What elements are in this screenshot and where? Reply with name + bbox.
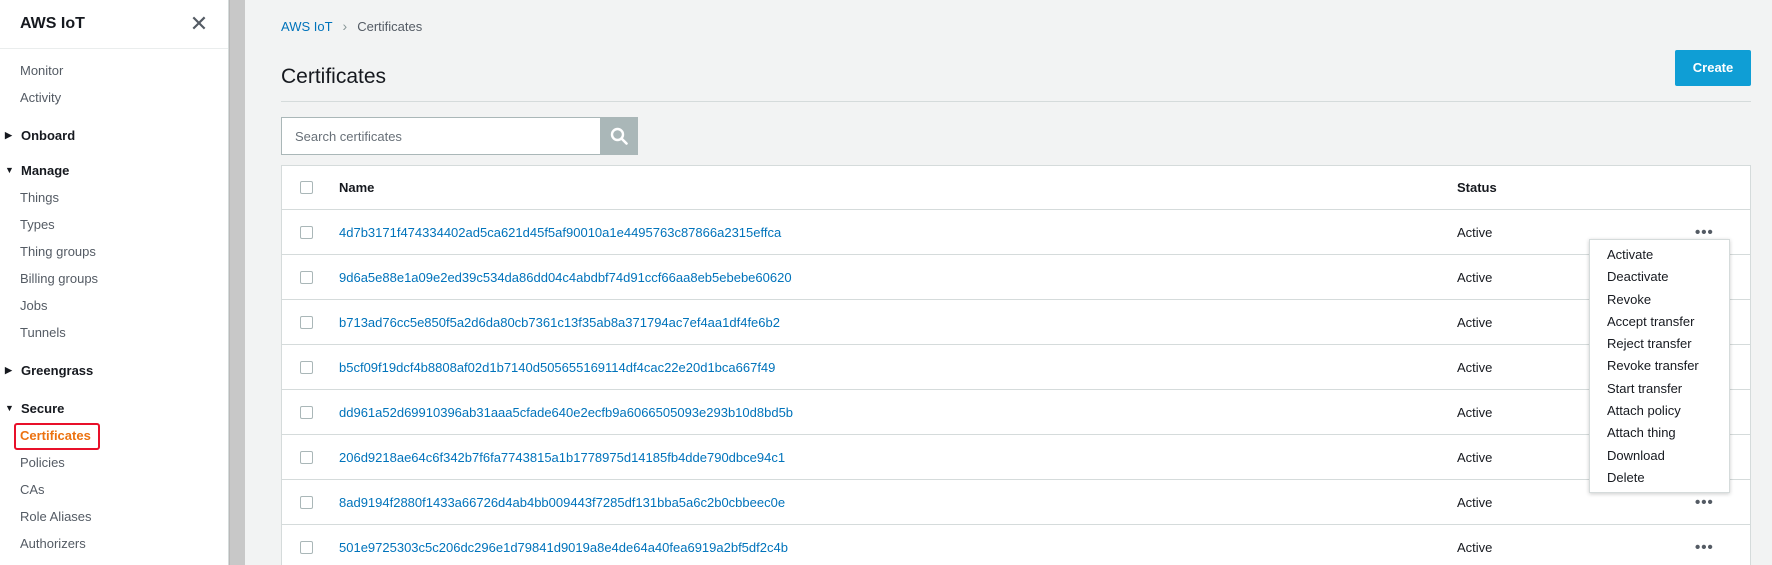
sidebar-item-certificates[interactable]: Certificates <box>0 422 228 450</box>
sidebar-section-label: Greengrass <box>21 363 94 378</box>
sidebar-item-cas[interactable]: CAs <box>0 476 228 503</box>
sidebar-header: AWS IoT ✕ <box>0 0 228 49</box>
certificate-link[interactable]: b5cf09f19dcf4b8808af02d1b7140d5056551691… <box>339 360 775 375</box>
more-actions-icon[interactable]: ••• <box>1695 539 1714 556</box>
certificate-link[interactable]: 206d9218ae64c6f342b7f6fa7743815a1b177897… <box>339 450 785 465</box>
caret-down-icon: ▼ <box>5 403 14 413</box>
sidebar-item-thing-groups[interactable]: Thing groups <box>0 238 228 265</box>
table-row: 206d9218ae64c6f342b7f6fa7743815a1b177897… <box>282 435 1750 480</box>
menu-item-revoke[interactable]: Revoke <box>1590 289 1729 311</box>
status-text: Active <box>1457 314 1493 330</box>
menu-item-download[interactable]: Download <box>1590 445 1729 467</box>
row-checkbox[interactable] <box>300 270 313 284</box>
certificate-link[interactable]: 9d6a5e88e1a09e2ed39c534da86dd04c4abdbf74… <box>339 270 792 285</box>
table-row: b713ad76cc5e850f5a2d6da80cb7361c13f35ab8… <box>282 300 1750 345</box>
breadcrumb-current: Certificates <box>357 18 423 34</box>
sidebar-nav: Monitor Activity ▶ Onboard ▼ Manage Thin… <box>0 49 228 557</box>
sidebar-item-types[interactable]: Types <box>0 211 228 238</box>
row-checkbox[interactable] <box>300 405 313 419</box>
create-button[interactable]: Create <box>1675 49 1751 86</box>
menu-item-deactivate[interactable]: Deactivate <box>1590 266 1729 288</box>
menu-item-delete[interactable]: Delete <box>1590 467 1729 489</box>
sidebar-section-greengrass[interactable]: ▶ Greengrass <box>0 357 228 384</box>
sidebar: AWS IoT ✕ Monitor Activity ▶ Onboard ▼ M… <box>0 0 229 565</box>
menu-item-attach-thing[interactable]: Attach thing <box>1590 422 1729 444</box>
menu-item-activate[interactable]: Activate <box>1590 244 1729 266</box>
actions-dropdown-menu: Activate Deactivate Revoke Accept transf… <box>1589 239 1730 494</box>
sidebar-section-manage[interactable]: ▼ Manage <box>0 157 228 184</box>
status-text: Active <box>1457 449 1493 465</box>
table-header: Name Status <box>282 166 1750 210</box>
certificate-link[interactable]: 4d7b3171f474334402ad5ca621d45f5af90010a1… <box>339 225 781 240</box>
table-row: 8ad9194f2880f1433a66726d4ab4bb009443f728… <box>282 480 1750 525</box>
breadcrumb: AWS IoT › Certificates <box>281 0 1751 52</box>
breadcrumb-root-link[interactable]: AWS IoT <box>281 19 333 34</box>
main-content: AWS IoT › Certificates Certificates Crea… <box>281 0 1751 565</box>
table-row: 501e9725303c5c206dc296e1d79841d9019a8e4d… <box>282 525 1750 565</box>
sidebar-item-policies[interactable]: Policies <box>0 449 228 476</box>
status-text: Active <box>1457 269 1493 285</box>
caret-right-icon: ▶ <box>5 365 12 375</box>
row-checkbox[interactable] <box>300 360 313 374</box>
menu-item-accept-transfer[interactable]: Accept transfer <box>1590 311 1729 333</box>
certificate-link[interactable]: 501e9725303c5c206dc296e1d79841d9019a8e4d… <box>339 540 788 555</box>
sidebar-item-billing-groups[interactable]: Billing groups <box>0 265 228 292</box>
status-text: Active <box>1457 539 1493 555</box>
row-checkbox[interactable] <box>300 225 313 239</box>
search-bar <box>281 117 1751 155</box>
menu-item-start-transfer[interactable]: Start transfer <box>1590 378 1729 400</box>
search-button[interactable] <box>600 117 638 155</box>
table-row: 9d6a5e88e1a09e2ed39c534da86dd04c4abdbf74… <box>282 255 1750 300</box>
column-header-name: Name <box>339 180 375 195</box>
table-row: 4d7b3171f474334402ad5ca621d45f5af90010a1… <box>282 210 1750 255</box>
sidebar-scrollbar[interactable] <box>229 0 245 565</box>
status-text: Active <box>1457 224 1493 240</box>
select-all-checkbox[interactable] <box>300 181 313 194</box>
sidebar-section-label: Manage <box>21 163 70 178</box>
page-title: Certificates <box>281 64 387 88</box>
sidebar-item-tunnels[interactable]: Tunnels <box>0 319 228 346</box>
table-row: b5cf09f19dcf4b8808af02d1b7140d5056551691… <box>282 345 1750 390</box>
row-checkbox[interactable] <box>300 540 313 554</box>
caret-right-icon: ▶ <box>5 130 12 140</box>
sidebar-section-label: Onboard <box>21 128 76 143</box>
more-actions-icon[interactable]: ••• <box>1695 494 1714 511</box>
status-text: Active <box>1457 404 1493 420</box>
sidebar-section-label: Secure <box>21 401 65 416</box>
close-icon[interactable]: ✕ <box>186 11 212 37</box>
row-checkbox[interactable] <box>300 315 313 329</box>
sidebar-section-onboard[interactable]: ▶ Onboard <box>0 122 228 149</box>
search-icon <box>610 127 628 145</box>
app-title: AWS IoT <box>20 15 85 32</box>
status-text: Active <box>1457 359 1493 375</box>
menu-item-attach-policy[interactable]: Attach policy <box>1590 400 1729 422</box>
column-header-status: Status <box>1457 180 1497 195</box>
certificate-link[interactable]: b713ad76cc5e850f5a2d6da80cb7361c13f35ab8… <box>339 315 780 330</box>
sidebar-item-activity[interactable]: Activity <box>0 84 228 111</box>
highlight-box <box>14 423 100 450</box>
chevron-right-icon: › <box>342 18 348 34</box>
sidebar-item-role-aliases[interactable]: Role Aliases <box>0 503 228 530</box>
status-text: Active <box>1457 494 1493 510</box>
page-header: Certificates Create <box>281 49 1751 102</box>
menu-item-revoke-transfer[interactable]: Revoke transfer <box>1590 355 1729 377</box>
row-checkbox[interactable] <box>300 450 313 464</box>
certificates-table: Name Status 4d7b3171f474334402ad5ca621d4… <box>281 165 1751 565</box>
sidebar-item-things[interactable]: Things <box>0 184 228 211</box>
sidebar-item-jobs[interactable]: Jobs <box>0 292 228 319</box>
sidebar-section-secure[interactable]: ▼ Secure <box>0 395 228 422</box>
menu-item-reject-transfer[interactable]: Reject transfer <box>1590 333 1729 355</box>
sidebar-item-monitor[interactable]: Monitor <box>0 57 228 84</box>
caret-down-icon: ▼ <box>5 165 14 175</box>
sidebar-item-authorizers[interactable]: Authorizers <box>0 530 228 557</box>
certificate-link[interactable]: dd961a52d69910396ab31aaa5cfade640e2ecfb9… <box>339 405 793 420</box>
row-checkbox[interactable] <box>300 495 313 509</box>
certificate-link[interactable]: 8ad9194f2880f1433a66726d4ab4bb009443f728… <box>339 495 785 510</box>
search-input[interactable] <box>281 117 600 155</box>
table-row: dd961a52d69910396ab31aaa5cfade640e2ecfb9… <box>282 390 1750 435</box>
